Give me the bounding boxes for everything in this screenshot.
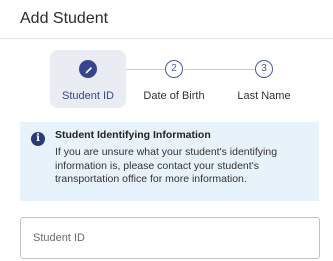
step-label: Student ID bbox=[62, 90, 114, 102]
step-last-name[interactable]: 3 Last Name bbox=[226, 50, 302, 108]
step-label: Last Name bbox=[237, 90, 291, 102]
step-date-of-birth[interactable]: 2 Date of Birth bbox=[136, 50, 212, 108]
step-student-id[interactable]: Student ID bbox=[50, 50, 126, 108]
stepper: Student ID 2 Date of Birth 3 Last Name bbox=[50, 50, 310, 108]
page-title: Add Student bbox=[20, 10, 109, 27]
step-number: 3 bbox=[255, 60, 273, 78]
student-id-input[interactable] bbox=[20, 217, 320, 259]
info-body: If you are unsure what your student's id… bbox=[55, 146, 278, 185]
info-banner: i Student Identifying Information If you… bbox=[20, 122, 319, 201]
pencil-icon bbox=[79, 60, 97, 78]
step-number: 2 bbox=[165, 60, 183, 78]
info-icon: i bbox=[31, 132, 45, 146]
step-label: Date of Birth bbox=[143, 90, 205, 102]
info-title: Student Identifying Information bbox=[55, 129, 211, 141]
header-divider bbox=[0, 38, 333, 39]
